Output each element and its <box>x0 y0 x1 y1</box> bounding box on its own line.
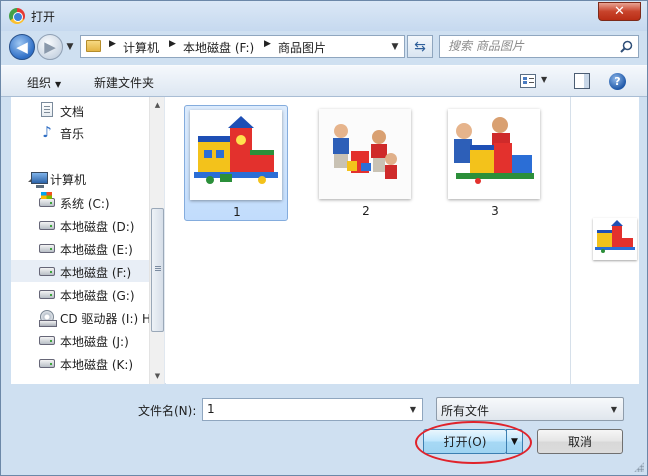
recent-locations-dropdown[interactable]: ▼ <box>64 41 76 53</box>
organize-label: 组织 <box>27 76 52 90</box>
title-bar: 打开 ✕ <box>1 1 647 31</box>
filetype-select[interactable]: 所有文件 ▼ <box>436 397 624 421</box>
chevron-down-icon: ▼ <box>610 404 618 414</box>
caret-down-icon: ▼ <box>55 80 62 89</box>
file-item[interactable]: 1 <box>184 105 288 221</box>
cd-drive-icon <box>39 310 57 327</box>
filename-value[interactable]: 1 <box>207 402 215 416</box>
sidebar-item-drive-f[interactable]: 本地磁盘 (F:) <box>11 260 150 282</box>
sidebar-item-label: 本地磁盘 (G:) <box>60 289 135 303</box>
filetype-value: 所有文件 <box>441 404 490 418</box>
cancel-button[interactable]: 取消 <box>537 429 623 454</box>
sidebar-item-music[interactable]: ♪ 音乐 <box>11 121 150 143</box>
scroll-up-icon[interactable]: ▲ <box>150 97 164 113</box>
drive-icon <box>39 336 55 345</box>
change-view-icon[interactable] <box>520 74 536 88</box>
sidebar-scrollbar[interactable]: ▲ ▼ <box>149 97 164 384</box>
search-box[interactable] <box>439 35 639 58</box>
search-input[interactable] <box>448 39 618 53</box>
organize-menu-button[interactable]: 组织 ▼ <box>27 74 61 91</box>
children-with-playset-thumbnail <box>448 109 540 199</box>
sidebar-item-label: 本地磁盘 (E:) <box>60 243 133 257</box>
file-name: 1 <box>233 205 241 219</box>
scrollbar-thumb[interactable] <box>151 208 164 332</box>
forward-button[interactable]: ▶ <box>37 34 63 60</box>
sidebar-item-label: 本地磁盘 (K:) <box>60 358 134 372</box>
preview-image <box>593 218 637 260</box>
caret-down-icon: ▼ <box>511 436 518 447</box>
sidebar-item-drive-j[interactable]: 本地磁盘 (J:) <box>11 329 150 351</box>
sidebar-item-computer[interactable]: ◢ 计算机 <box>11 167 150 189</box>
sidebar-item-drive-e[interactable]: 本地磁盘 (E:) <box>11 237 150 259</box>
file-item[interactable]: 2 <box>314 105 418 221</box>
filename-combobox[interactable]: 1 ▼ <box>202 398 423 421</box>
open-file-dialog: 打开 ✕ ◀ ▶ ▼ ▶ 计算机 ▶ 本地磁盘 (F:) ▶ 商品图片 ▼ ⇆ <box>0 0 648 476</box>
scroll-down-icon[interactable]: ▼ <box>150 368 164 384</box>
sidebar-item-label: 文档 <box>60 105 85 119</box>
address-history-dropdown[interactable]: ▼ <box>388 39 402 54</box>
system-drive-icon <box>39 192 55 207</box>
address-bar[interactable]: ▶ 计算机 ▶ 本地磁盘 (F:) ▶ 商品图片 ▼ <box>80 35 405 58</box>
arrow-left-icon: ◀ <box>16 38 28 56</box>
sidebar-item-label: 本地磁盘 (J:) <box>60 335 129 349</box>
sidebar-item-label: 计算机 <box>50 173 87 187</box>
close-button[interactable]: ✕ <box>598 2 641 21</box>
sidebar-item-label: 本地磁盘 (D:) <box>60 220 135 234</box>
file-name: 3 <box>491 204 499 218</box>
sidebar-item-drive-d[interactable]: 本地磁盘 (D:) <box>11 214 150 236</box>
sidebar-item-label: 系统 (C:) <box>60 197 110 211</box>
navigation-pane: 文档 ♪ 音乐 ◢ 计算机 系统 (C:) 本地磁盘 (D:) 本地磁盘 <box>11 97 165 384</box>
sidebar-item-drive-k[interactable]: 本地磁盘 (K:) <box>11 352 150 374</box>
drive-icon <box>39 221 55 230</box>
new-folder-button[interactable]: 新建文件夹 <box>94 74 154 91</box>
sidebar-item-cd-drive-i[interactable]: CD 驱动器 (I:) H <box>11 306 152 328</box>
open-options-dropdown[interactable]: ▼ <box>506 429 523 454</box>
main-content-area: 文档 ♪ 音乐 ◢ 计算机 系统 (C:) 本地磁盘 (D:) 本地磁盘 <box>11 97 639 384</box>
back-button[interactable]: ◀ <box>9 34 35 60</box>
chevron-down-icon: ▼ <box>391 41 399 52</box>
sidebar-item-drive-c[interactable]: 系统 (C:) <box>11 191 150 213</box>
document-icon <box>41 102 53 117</box>
children-playing-thumbnail <box>319 109 411 199</box>
chevron-down-icon: ▼ <box>66 42 74 52</box>
drive-icon <box>39 267 55 276</box>
breadcrumb-separator-icon[interactable]: ▶ <box>169 39 176 49</box>
sidebar-item-label: CD 驱动器 (I:) H <box>60 312 152 326</box>
drive-icon <box>39 290 55 299</box>
chrome-app-icon <box>9 8 25 24</box>
sidebar-item-drive-g[interactable]: 本地磁盘 (G:) <box>11 283 150 305</box>
preview-pane-toggle-icon[interactable] <box>574 73 590 89</box>
sidebar-item-documents[interactable]: 文档 <box>11 99 150 121</box>
file-name: 2 <box>362 204 370 218</box>
folder-icon <box>86 40 101 52</box>
open-button[interactable]: 打开(O) <box>423 429 507 454</box>
preview-pane <box>570 97 639 384</box>
resize-grip-icon[interactable] <box>634 462 644 472</box>
navigation-bar: ◀ ▶ ▼ ▶ 计算机 ▶ 本地磁盘 (F:) ▶ 商品图片 ▼ ⇆ <box>1 31 647 63</box>
sidebar-item-label: 本地磁盘 (F:) <box>60 266 132 280</box>
breadcrumb-drive-f[interactable]: 本地磁盘 (F:) <box>183 39 254 56</box>
breadcrumb-separator-icon[interactable]: ▶ <box>264 39 271 49</box>
filename-label: 文件名(N): <box>138 404 197 418</box>
refresh-button[interactable]: ⇆ <box>407 35 433 58</box>
refresh-icon: ⇆ <box>414 38 426 55</box>
breadcrumb-product-images[interactable]: 商品图片 <box>278 39 326 56</box>
window-title: 打开 <box>31 10 56 24</box>
computer-icon <box>31 172 48 188</box>
sidebar-item-label: 音乐 <box>60 127 85 141</box>
breadcrumb-computer[interactable]: 计算机 <box>123 39 159 56</box>
music-icon: ♪ <box>42 123 52 141</box>
drive-icon <box>39 244 55 253</box>
file-list: 1 2 3 <box>166 97 570 384</box>
arrow-right-icon: ▶ <box>44 38 56 56</box>
toy-playset-thumbnail <box>190 110 282 200</box>
chevron-down-icon[interactable]: ▼ <box>406 402 420 417</box>
help-icon[interactable]: ? <box>609 73 626 90</box>
search-icon[interactable] <box>620 40 633 53</box>
file-item[interactable]: 3 <box>443 105 547 221</box>
drive-icon <box>39 359 55 368</box>
command-toolbar: 组织 ▼ 新建文件夹 ▼ ? <box>1 65 647 97</box>
breadcrumb-separator-icon[interactable]: ▶ <box>109 39 116 49</box>
view-options-dropdown[interactable]: ▼ <box>541 75 547 84</box>
